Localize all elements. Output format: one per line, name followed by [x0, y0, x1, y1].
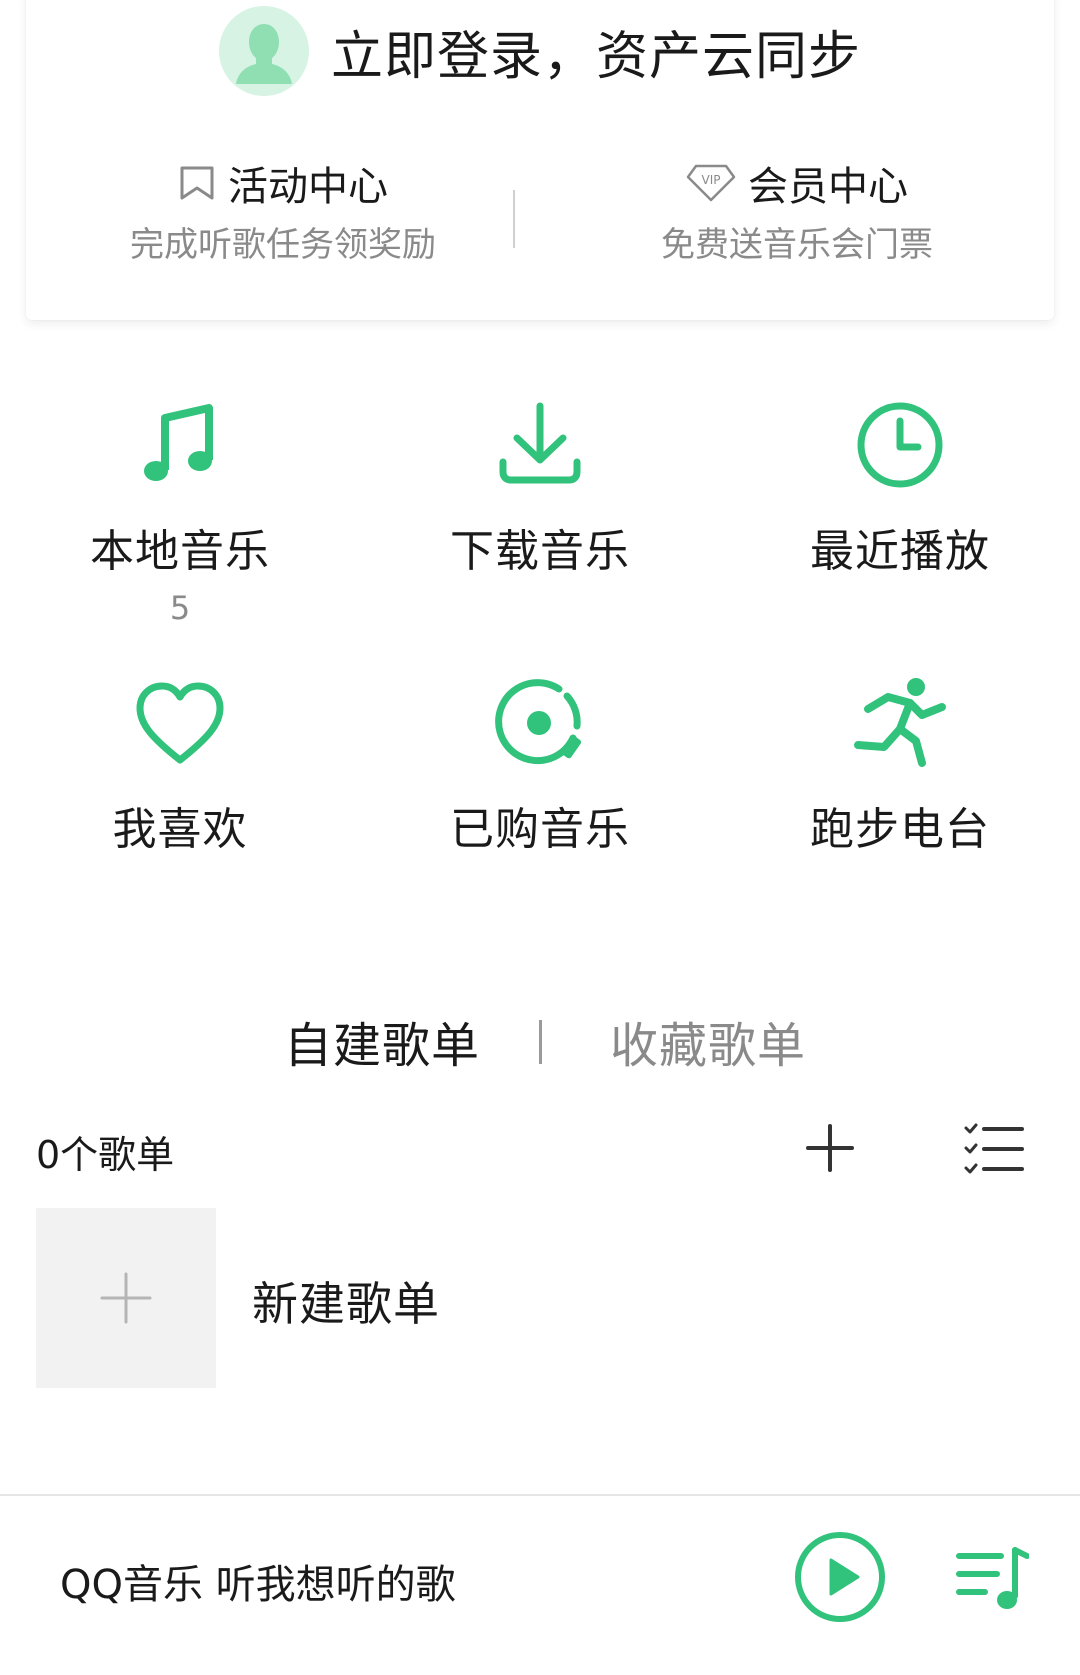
tab-created-playlists[interactable]: 自建歌单: [284, 1006, 480, 1076]
running-radio-label: 跑步电台: [810, 804, 990, 855]
card-links: 活动中心 完成听歌任务领奖励 VIP 会员中心 免费送音乐会门票: [26, 155, 1054, 275]
playlist-tabs: 自建歌单 收藏歌单: [0, 1006, 1080, 1076]
purchased-music-label: 已购音乐: [450, 804, 630, 855]
login-card: 立即登录，资产云同步 活动中心 完成听歌任务领奖励 VIP 会员中心 免费送音乐…: [26, 0, 1054, 320]
list-manage-icon: [964, 1123, 1024, 1174]
disc-icon: [490, 673, 590, 773]
local-music-label: 本地音乐: [90, 526, 270, 577]
plus-icon: [100, 1272, 152, 1324]
activity-center-title: 活动中心: [228, 164, 388, 210]
manage-playlists-button[interactable]: [964, 1120, 1024, 1176]
vip-center-title: 会员中心: [748, 164, 908, 210]
user-avatar-icon[interactable]: [218, 6, 309, 96]
vip-center-subtitle: 免费送音乐会门票: [661, 225, 933, 265]
mini-player[interactable]: QQ音乐 听我想听的歌: [0, 1496, 1080, 1675]
playlist-header: 0个歌单: [36, 1120, 1036, 1180]
running-icon: [850, 673, 950, 773]
add-playlist-button[interactable]: [802, 1120, 858, 1176]
download-music-entry[interactable]: 下载音乐: [360, 395, 720, 579]
activity-center-link[interactable]: 活动中心 完成听歌任务领奖励: [26, 155, 540, 275]
recent-play-entry[interactable]: 最近播放: [720, 395, 1080, 579]
tab-collected-playlists[interactable]: 收藏歌单: [610, 1006, 806, 1076]
playlist-queue-icon: [956, 1547, 1030, 1609]
activity-center-title-row: 活动中心: [178, 155, 388, 211]
play-icon: [795, 1532, 885, 1622]
heart-icon: [130, 673, 230, 773]
clock-icon: [850, 395, 950, 495]
running-radio-entry[interactable]: 跑步电台: [720, 673, 1080, 857]
play-button[interactable]: [793, 1530, 887, 1624]
svg-text:VIP: VIP: [702, 173, 721, 187]
tab-separator: [539, 1020, 542, 1064]
playlist-count: 0个歌单: [36, 1133, 175, 1177]
play-queue-button[interactable]: [955, 1542, 1030, 1616]
bookmark-icon: [180, 166, 214, 200]
vip-center-title-row: VIP 会员中心: [686, 155, 908, 211]
activity-center-subtitle: 完成听歌任务领奖励: [130, 225, 436, 265]
favorites-label: 我喜欢: [112, 804, 248, 855]
new-playlist-thumb[interactable]: [36, 1208, 216, 1388]
purchased-music-entry[interactable]: 已购音乐: [360, 673, 720, 857]
favorites-entry[interactable]: 我喜欢: [0, 673, 360, 857]
player-slogan[interactable]: QQ音乐 听我想听的歌: [60, 1552, 456, 1610]
local-music-count: 5: [169, 589, 191, 627]
vip-badge-icon: VIP: [686, 164, 736, 202]
download-music-label: 下载音乐: [450, 526, 630, 577]
new-playlist-row[interactable]: 新建歌单: [36, 1208, 1036, 1388]
download-icon: [490, 395, 590, 495]
vip-center-link[interactable]: VIP 会员中心 免费送音乐会门票: [540, 155, 1054, 275]
login-row[interactable]: 立即登录，资产云同步: [26, 6, 1054, 96]
plus-icon: [806, 1124, 854, 1172]
new-playlist-label[interactable]: 新建歌单: [252, 1268, 440, 1334]
local-music-entry[interactable]: 本地音乐 5: [0, 395, 360, 627]
recent-play-label: 最近播放: [810, 526, 990, 577]
login-prompt[interactable]: 立即登录，资产云同步: [331, 14, 861, 89]
music-note-icon: [130, 395, 230, 495]
card-divider: [513, 190, 515, 248]
